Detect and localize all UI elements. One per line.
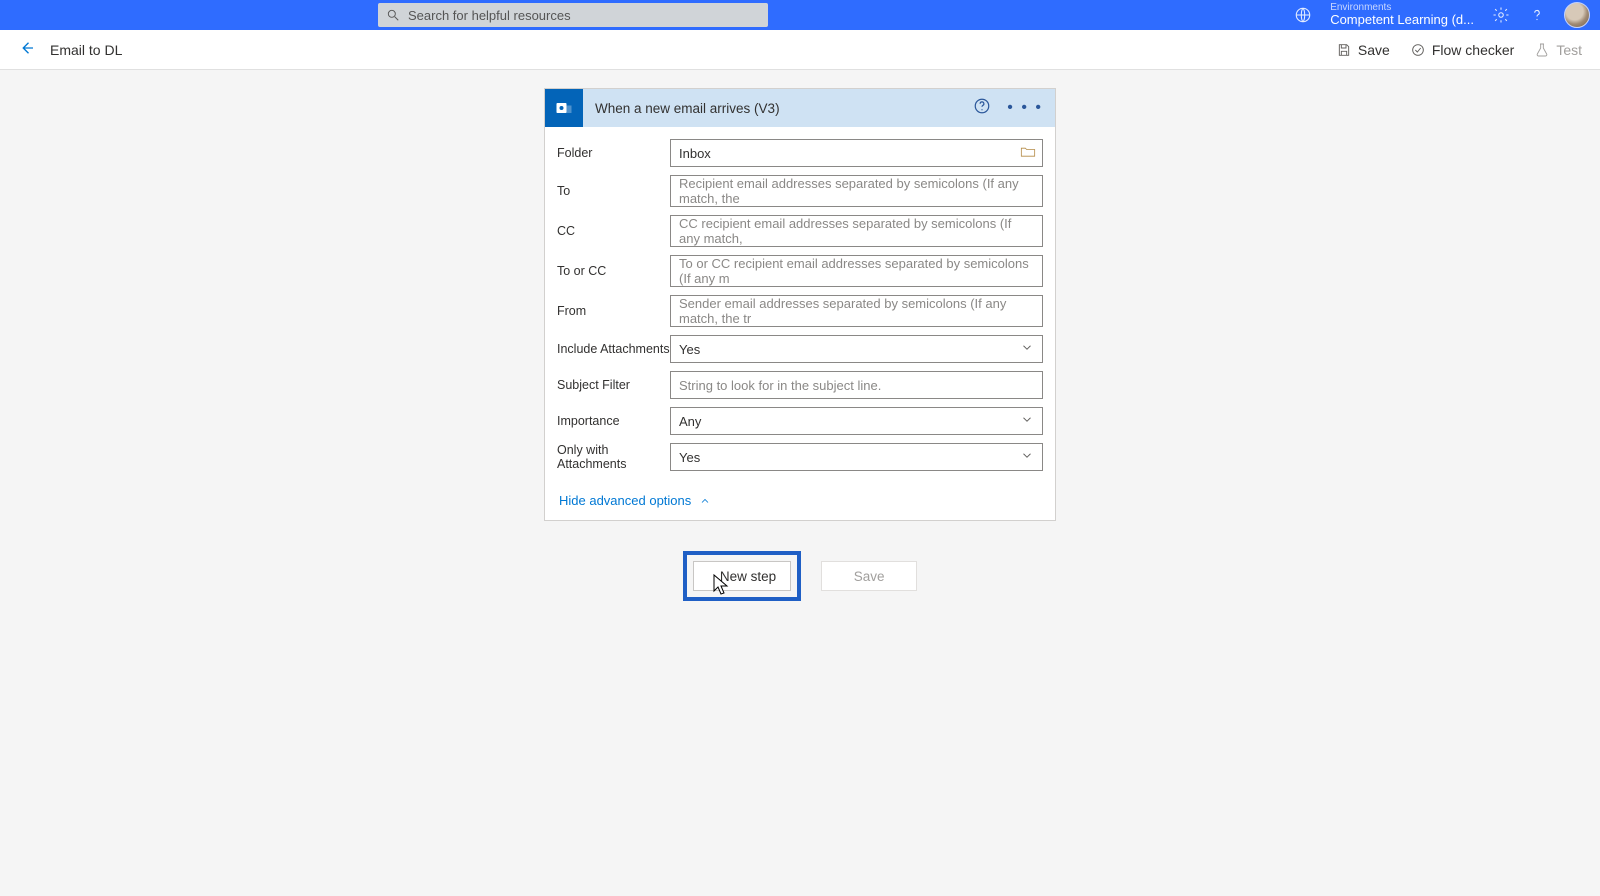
only-att-label: Only with Attachments [557, 443, 670, 471]
importance-value: Any [679, 414, 701, 429]
advanced-options-label: Hide advanced options [559, 493, 691, 508]
env-name: Competent Learning (d... [1330, 13, 1474, 27]
importance-label: Importance [557, 414, 670, 428]
flow-editor-subheader: Email to DL Save Flow checker Test [0, 30, 1600, 70]
only-att-value: Yes [679, 450, 700, 465]
from-placeholder: Sender email addresses separated by semi… [679, 296, 1034, 326]
flow-checker-command[interactable]: Flow checker [1410, 42, 1514, 58]
to-label: To [557, 184, 670, 198]
back-button[interactable] [18, 39, 36, 60]
folder-picker-icon[interactable] [1020, 145, 1036, 162]
include-att-field[interactable]: Yes [670, 335, 1043, 363]
chevron-down-icon [1020, 449, 1034, 466]
importance-field[interactable]: Any [670, 407, 1043, 435]
flow-checker-icon [1410, 42, 1426, 58]
to-placeholder: Recipient email addresses separated by s… [679, 176, 1034, 206]
tocc-field[interactable]: To or CC recipient email addresses separ… [670, 255, 1043, 287]
search-icon [386, 8, 400, 22]
user-avatar[interactable] [1564, 2, 1590, 28]
environments-icon[interactable] [1294, 6, 1312, 24]
environment-picker[interactable]: Environments Competent Learning (d... [1330, 2, 1474, 27]
only-att-field[interactable]: Yes [670, 443, 1043, 471]
global-search-input[interactable]: Search for helpful resources [378, 3, 768, 27]
to-field[interactable]: Recipient email addresses separated by s… [670, 175, 1043, 207]
tocc-placeholder: To or CC recipient email addresses separ… [679, 256, 1034, 286]
folder-value: Inbox [679, 146, 711, 161]
trigger-help-icon[interactable] [973, 97, 991, 120]
subject-label: Subject Filter [557, 378, 670, 392]
test-label: Test [1556, 42, 1582, 58]
subject-field[interactable]: String to look for in the subject line. [670, 371, 1043, 399]
action-button-row: New step Save [683, 551, 917, 601]
mouse-cursor-icon [711, 573, 731, 602]
folder-label: Folder [557, 146, 670, 160]
topbar-right-cluster: Environments Competent Learning (d... [1294, 2, 1590, 28]
flow-checker-label: Flow checker [1432, 42, 1514, 58]
trigger-title: When a new email arrives (V3) [595, 101, 780, 116]
search-placeholder: Search for helpful resources [408, 8, 571, 23]
new-step-button[interactable]: New step [693, 561, 791, 591]
outlook-icon [545, 89, 583, 127]
cc-placeholder: CC recipient email addresses separated b… [679, 216, 1034, 246]
include-att-value: Yes [679, 342, 700, 357]
chevron-down-icon [1020, 413, 1034, 430]
save-command[interactable]: Save [1336, 42, 1390, 58]
save-button[interactable]: Save [821, 561, 917, 591]
trigger-card: When a new email arrives (V3) • • • Fold… [544, 88, 1056, 521]
trigger-card-body: Folder Inbox To Recipient email addresse… [545, 127, 1055, 487]
subject-placeholder: String to look for in the subject line. [679, 378, 881, 393]
advanced-options-toggle[interactable]: Hide advanced options [545, 487, 1055, 520]
save-icon [1336, 42, 1352, 58]
include-att-label: Include Attachments [557, 342, 670, 356]
tocc-label: To or CC [557, 264, 670, 278]
save-label: Save [1358, 42, 1390, 58]
help-icon[interactable] [1528, 6, 1546, 24]
flow-canvas: When a new email arrives (V3) • • • Fold… [0, 70, 1600, 601]
new-step-highlight: New step [683, 551, 801, 601]
cc-label: CC [557, 224, 670, 238]
test-icon [1534, 42, 1550, 58]
cc-field[interactable]: CC recipient email addresses separated b… [670, 215, 1043, 247]
chevron-down-icon [1020, 341, 1034, 358]
trigger-card-header[interactable]: When a new email arrives (V3) • • • [545, 89, 1055, 127]
save-button-label: Save [854, 569, 885, 584]
from-label: From [557, 304, 670, 318]
app-topbar: Search for helpful resources Environment… [0, 0, 1600, 30]
flow-title: Email to DL [50, 42, 122, 58]
settings-icon[interactable] [1492, 6, 1510, 24]
folder-field[interactable]: Inbox [670, 139, 1043, 167]
chevron-up-icon [699, 495, 711, 507]
test-command[interactable]: Test [1534, 42, 1582, 58]
from-field[interactable]: Sender email addresses separated by semi… [670, 295, 1043, 327]
